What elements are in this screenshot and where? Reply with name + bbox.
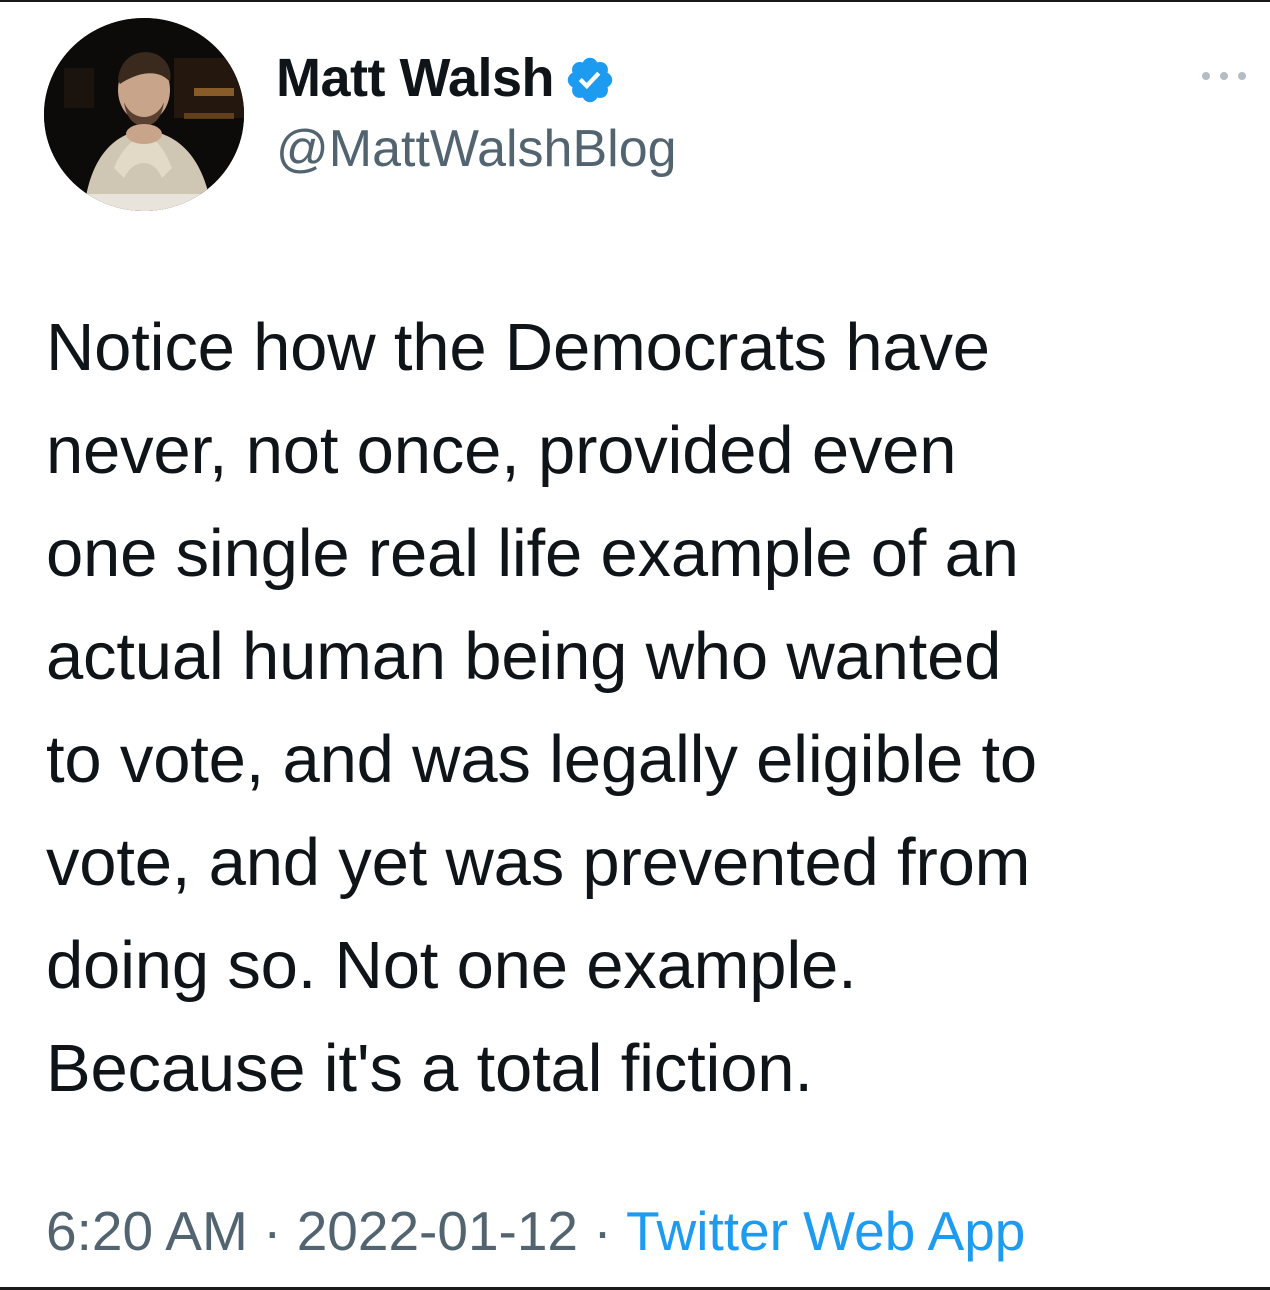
- tweet-text-line: doing so. Not one example.: [46, 928, 857, 1003]
- verified-badge-icon: [564, 54, 616, 106]
- meta-separator: ·: [593, 1200, 612, 1262]
- profile-photo: [44, 18, 244, 211]
- tweet-date[interactable]: 2022-01-12: [297, 1200, 578, 1262]
- tweet-card: Matt Walsh @MattWalshBlog Notice how the…: [0, 0, 1270, 1290]
- tweet-text: Notice how the Democrats have never, not…: [46, 296, 1246, 1120]
- display-name-row: Matt Walsh: [276, 48, 677, 108]
- tweet-source-link[interactable]: Twitter Web App: [626, 1200, 1025, 1262]
- tweet-time[interactable]: 6:20 AM: [46, 1200, 248, 1262]
- author-identity: Matt Walsh @MattWalshBlog: [276, 48, 677, 180]
- more-options-icon[interactable]: [1198, 68, 1250, 84]
- tweet-meta: 6:20 AM · 2022-01-12 · Twitter Web App: [46, 1196, 1025, 1266]
- tweet-text-line: one single real life example of an: [46, 516, 1019, 591]
- tweet-text-line: never, not once, provided even: [46, 413, 957, 488]
- tweet-text-line: actual human being who wanted: [46, 619, 1002, 694]
- display-name[interactable]: Matt Walsh: [276, 48, 555, 108]
- tweet-text-line: vote, and yet was prevented from: [46, 825, 1031, 900]
- meta-separator: ·: [263, 1200, 282, 1262]
- tweet-text-line: to vote, and was legally eligible to: [46, 722, 1037, 797]
- tweet-header: Matt Walsh @MattWalshBlog: [44, 18, 1250, 218]
- tweet-text-line: Notice how the Democrats have: [46, 310, 990, 385]
- avatar[interactable]: [44, 18, 244, 211]
- tweet-text-line: Because it's a total fiction.: [46, 1031, 813, 1106]
- handle[interactable]: @MattWalshBlog: [276, 118, 677, 180]
